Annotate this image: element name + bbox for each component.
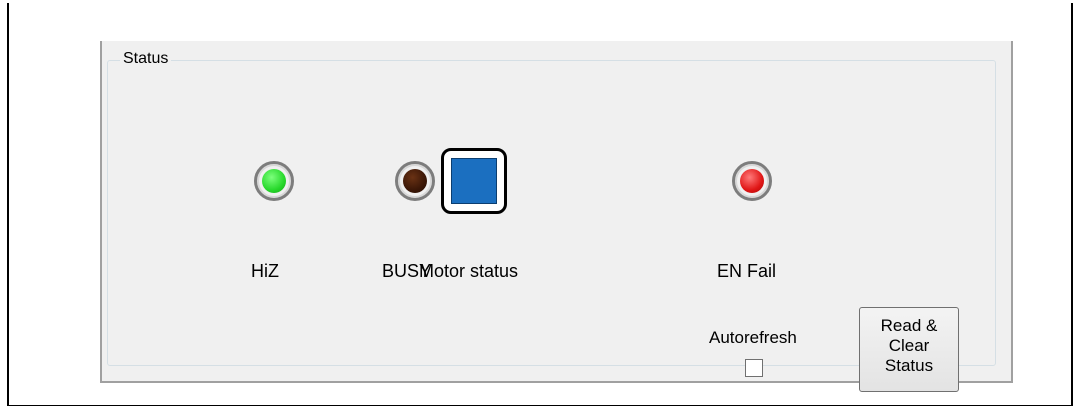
autorefresh-checkbox[interactable] [745,359,763,377]
motor-status-icon [441,148,507,214]
motor-status-light [451,158,497,204]
en-fail-led-light [740,169,764,193]
en-fail-led-icon [732,161,772,201]
figure-frame: Status HiZ BUSY Motor status EN Fail Aut… [7,3,1073,406]
read-clear-status-line1: Read & [880,316,938,335]
status-panel: Status HiZ BUSY Motor status EN Fail Aut… [100,41,1013,392]
motor-status-label: Motor status [419,261,519,281]
read-clear-status-line2: Clear [888,336,930,355]
read-clear-status-line3: Status [884,356,934,375]
read-clear-status-button[interactable]: Read & Clear Status [859,307,959,392]
hiz-led-icon [254,161,294,201]
hiz-led-light [262,169,286,193]
hiz-label: HiZ [251,261,279,281]
en-fail-label: EN Fail [717,261,777,281]
status-group-title: Status [120,50,172,68]
autorefresh-label: Autorefresh [709,328,797,347]
busy-led-light [403,169,427,193]
busy-led-icon [395,161,435,201]
